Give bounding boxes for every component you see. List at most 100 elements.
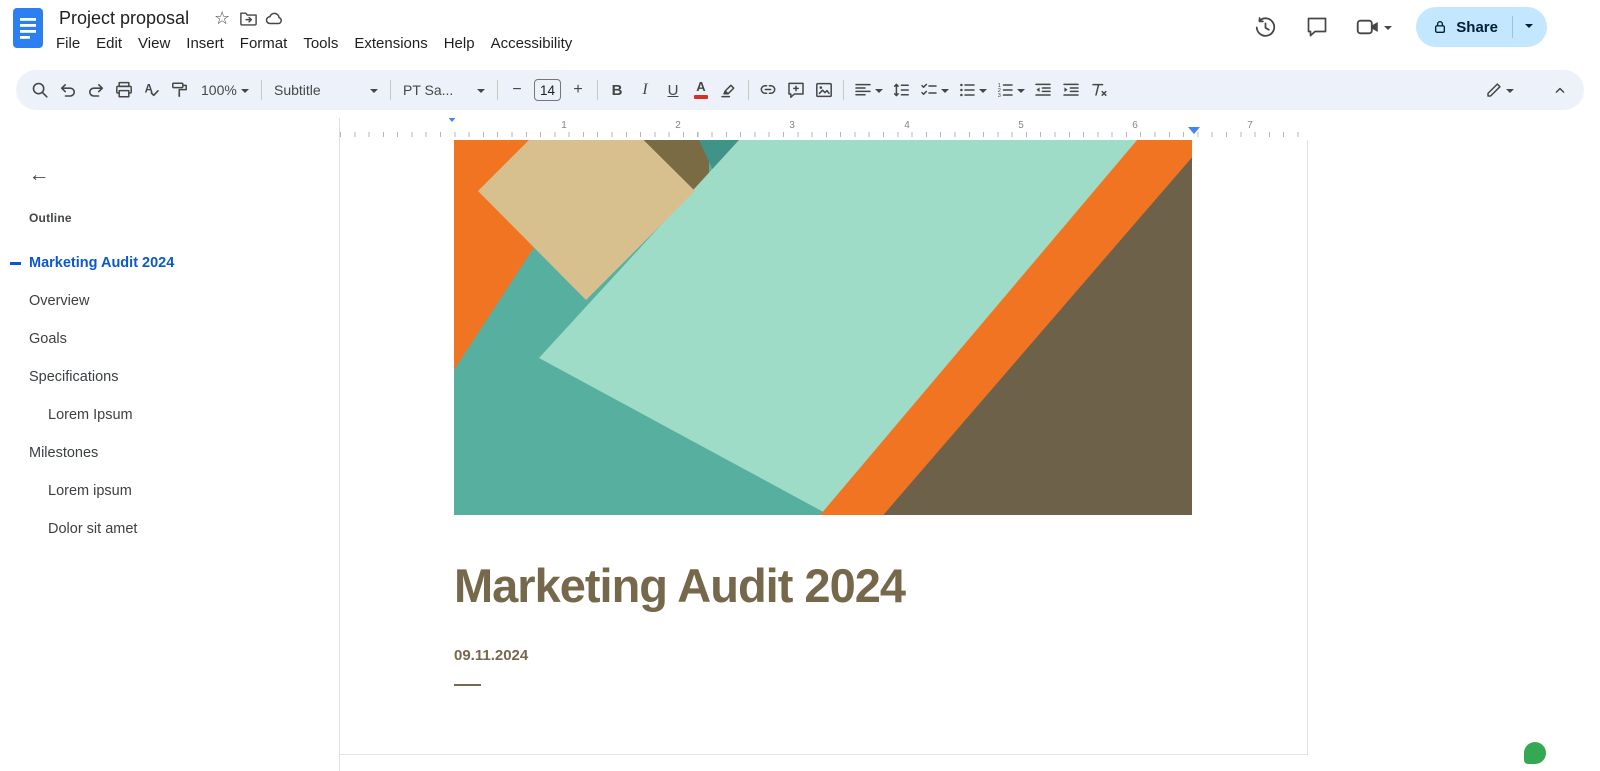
meet-dropdown-caret[interactable] xyxy=(1384,26,1392,34)
left-indent-triangle[interactable] xyxy=(446,118,458,139)
outline-item-lorem-ipsum-1[interactable]: Lorem Ipsum xyxy=(0,396,339,434)
document-date[interactable]: 09.11.2024 xyxy=(454,647,528,664)
document-heading[interactable]: Marketing Audit 2024 xyxy=(454,558,905,613)
toolbar-divider xyxy=(597,80,598,100)
outline-item-overview[interactable]: Overview xyxy=(0,282,339,320)
corner-green-badge[interactable] xyxy=(1524,742,1546,764)
close-outline-icon[interactable]: ← xyxy=(22,158,56,192)
menu-extensions[interactable]: Extensions xyxy=(346,32,435,55)
left-indent-marker[interactable] xyxy=(446,122,458,140)
toolbar-divider xyxy=(261,80,262,100)
menu-edit[interactable]: Edit xyxy=(88,32,130,55)
menu-help[interactable]: Help xyxy=(436,32,483,55)
meet-video-button[interactable] xyxy=(1355,14,1392,40)
font-value: PT Sa... xyxy=(403,82,453,98)
share-dropdown-caret[interactable] xyxy=(1521,19,1537,36)
decrease-indent-icon[interactable] xyxy=(1029,76,1057,104)
svg-text:3: 3 xyxy=(998,93,1001,99)
align-button[interactable] xyxy=(849,76,887,104)
outline-item-lorem-ipsum-2[interactable]: Lorem ipsum xyxy=(0,472,339,510)
document-divider xyxy=(454,684,481,686)
outline-item-label: Lorem Ipsum xyxy=(48,407,133,423)
redo-icon[interactable] xyxy=(82,76,110,104)
outline-list: Marketing Audit 2024 Overview Goals Spec… xyxy=(0,244,339,548)
ruler-ticks xyxy=(340,132,1309,137)
outline-item-label: Dolor sit amet xyxy=(48,521,137,537)
add-comment-icon[interactable] xyxy=(782,76,810,104)
document-page[interactable]: Marketing Audit 2024 09.11.2024 xyxy=(340,140,1308,755)
menu-format[interactable]: Format xyxy=(232,32,296,55)
ruler-mark: 5 xyxy=(1018,120,1024,131)
toolbar-divider xyxy=(843,80,844,100)
cover-image[interactable] xyxy=(454,140,1192,515)
outline-item-dolor-sit-amet[interactable]: Dolor sit amet xyxy=(0,510,339,548)
line-spacing-icon[interactable] xyxy=(887,76,915,104)
search-menus-icon[interactable] xyxy=(26,76,54,104)
italic-button[interactable]: I xyxy=(631,76,659,104)
menu-tools[interactable]: Tools xyxy=(295,32,346,55)
zoom-value: 100% xyxy=(201,82,237,98)
font-size-input[interactable]: 14 xyxy=(534,79,561,101)
cloud-status-icon[interactable] xyxy=(261,5,287,31)
outline-item-label: Goals xyxy=(29,331,67,347)
paint-format-icon[interactable] xyxy=(166,76,194,104)
font-select[interactable]: PT Sa... xyxy=(396,76,492,104)
numbered-list-button[interactable]: 1 2 3 xyxy=(991,76,1029,104)
text-color-letter: A xyxy=(696,81,705,93)
ruler-mark: 3 xyxy=(789,120,795,131)
right-indent-marker[interactable] xyxy=(1188,127,1200,134)
share-divider xyxy=(1512,16,1513,38)
move-folder-icon[interactable] xyxy=(235,5,261,31)
toolbar-divider xyxy=(390,80,391,100)
star-icon[interactable]: ☆ xyxy=(209,5,235,31)
editing-mode-button[interactable] xyxy=(1478,76,1520,104)
paragraph-style-select[interactable]: Subtitle xyxy=(267,76,385,104)
ruler-mark: 1 xyxy=(561,120,567,131)
bold-button[interactable]: B xyxy=(603,76,631,104)
outline-heading: Outline xyxy=(29,211,72,225)
document-title-input[interactable]: Project proposal xyxy=(55,8,193,29)
outline-item-label: Specifications xyxy=(29,369,118,385)
outline-item-label: Marketing Audit 2024 xyxy=(29,255,174,271)
outline-item-goals[interactable]: Goals xyxy=(0,320,339,358)
header-center: Project proposal ☆ File Edit View xyxy=(55,5,580,55)
share-label: Share xyxy=(1456,19,1498,36)
outline-item-marketing-audit[interactable]: Marketing Audit 2024 xyxy=(0,244,339,282)
ruler[interactable]: 1 1 2 3 4 5 6 7 xyxy=(340,118,1309,140)
outline-item-specifications[interactable]: Specifications xyxy=(0,358,339,396)
document-canvas: 1 1 2 3 4 5 6 7 xyxy=(340,118,1600,771)
menu-accessibility[interactable]: Accessibility xyxy=(483,32,581,55)
print-icon[interactable] xyxy=(110,76,138,104)
share-button[interactable]: Share xyxy=(1416,7,1547,47)
menu-file[interactable]: File xyxy=(48,32,88,55)
toolbar-row: A 100% Subtitle xyxy=(0,62,1600,118)
outline-item-milestones[interactable]: Milestones xyxy=(0,434,339,472)
menu-view[interactable]: View xyxy=(130,32,178,55)
clear-formatting-icon[interactable] xyxy=(1085,76,1113,104)
toolbar-divider xyxy=(748,80,749,100)
bulleted-list-button[interactable] xyxy=(953,76,991,104)
checklist-button[interactable] xyxy=(915,76,953,104)
collapse-toolbar-icon[interactable] xyxy=(1546,76,1574,104)
insert-link-icon[interactable] xyxy=(754,76,782,104)
docs-logo-icon[interactable] xyxy=(13,8,43,50)
text-color-button[interactable]: A xyxy=(687,76,715,104)
toolbar-divider xyxy=(497,80,498,100)
decrease-font-size-icon[interactable]: − xyxy=(503,76,531,104)
undo-icon[interactable] xyxy=(54,76,82,104)
zoom-select[interactable]: 100% xyxy=(194,76,256,104)
highlight-color-icon[interactable] xyxy=(715,76,743,104)
header-actions: Share xyxy=(1251,7,1547,47)
increase-font-size-icon[interactable]: + xyxy=(564,76,592,104)
increase-indent-icon[interactable] xyxy=(1057,76,1085,104)
underline-button[interactable]: U xyxy=(659,76,687,104)
comments-icon[interactable] xyxy=(1303,13,1331,41)
google-docs-app: Project proposal ☆ File Edit View xyxy=(0,0,1600,771)
spell-check-icon[interactable]: A xyxy=(138,76,166,104)
app-header: Project proposal ☆ File Edit View xyxy=(0,0,1600,62)
insert-image-icon[interactable] xyxy=(810,76,838,104)
version-history-icon[interactable] xyxy=(1251,13,1279,41)
style-value: Subtitle xyxy=(274,82,321,98)
ruler-mark: 2 xyxy=(675,120,681,131)
menu-insert[interactable]: Insert xyxy=(178,32,232,55)
